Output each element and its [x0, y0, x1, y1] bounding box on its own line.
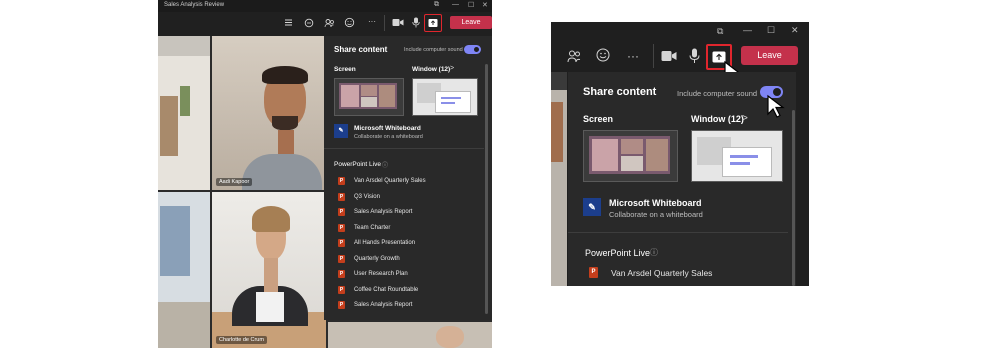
meeting-window: Sales Analysis Review ⧉ — ☐ ✕ ··· Leave	[158, 0, 492, 348]
whiteboard-title[interactable]: Microsoft Whiteboard	[609, 198, 702, 208]
powerpoint-icon: P	[338, 177, 345, 185]
powerpoint-icon: P	[338, 224, 345, 232]
toolbar-divider	[653, 44, 654, 68]
powerpoint-live-label: PowerPoint Live	[585, 248, 651, 258]
computer-sound-label: Include computer sound	[404, 47, 463, 53]
ppt-file-name: User Research Plan	[354, 271, 408, 277]
screen-thumbnail[interactable]	[583, 130, 678, 182]
window-label[interactable]: Window (12)	[412, 66, 450, 73]
scrollbar[interactable]	[485, 64, 488, 314]
whiteboard-subtitle: Collaborate on a whiteboard	[609, 210, 703, 219]
ppt-file-name: Coffee Chat Roundtable	[354, 287, 419, 293]
pip-icon[interactable]: ⧉	[717, 26, 723, 37]
cursor-icon	[767, 94, 785, 118]
window-thumbnail[interactable]	[412, 78, 478, 116]
chevron-right-icon[interactable]: >	[450, 65, 454, 72]
screen-thumbnail[interactable]	[334, 78, 404, 116]
section-divider	[568, 232, 788, 233]
people-icon[interactable]	[324, 18, 335, 28]
whiteboard-title[interactable]: Microsoft Whiteboard	[354, 125, 421, 132]
toolbar-divider	[384, 15, 385, 31]
window-title: Sales Analysis Review	[164, 2, 225, 8]
minimize-button[interactable]: —	[452, 1, 459, 8]
close-button[interactable]: ✕	[482, 1, 488, 9]
video-tile-office	[158, 192, 210, 348]
ppt-file-name: Sales Analysis Report	[354, 209, 413, 215]
ppt-file-name: Q3 Vision	[354, 194, 380, 200]
more-icon[interactable]: ···	[368, 17, 376, 26]
list-icon[interactable]	[284, 18, 293, 27]
powerpoint-icon: P	[338, 239, 345, 247]
mic-icon[interactable]	[689, 48, 700, 64]
share-content-panel: Share content Include computer sound Scr…	[568, 72, 796, 286]
powerpoint-live-label: PowerPoint Live	[334, 161, 381, 168]
share-button[interactable]	[424, 14, 442, 32]
share-content-panel: Share content Include computer sound Scr…	[324, 36, 492, 320]
computer-sound-toggle[interactable]	[464, 45, 481, 54]
ppt-file-name: Van Arsdel Quarterly Sales	[611, 268, 713, 278]
video-tile-charlotte: Charlotte de Crum	[212, 192, 326, 348]
pip-icon[interactable]: ⧉	[434, 1, 439, 9]
powerpoint-icon: P	[589, 267, 598, 278]
screen-label: Screen	[583, 114, 614, 124]
screen-label: Screen	[334, 66, 356, 73]
whiteboard-icon: ✎	[583, 198, 601, 216]
chat-icon[interactable]	[304, 18, 314, 28]
ppt-file-name: All Hands Presentation	[354, 240, 416, 246]
window-label[interactable]: Window (12)	[691, 114, 744, 124]
ppt-file-name: Quarterly Growth	[354, 256, 400, 262]
close-button[interactable]: ✕	[791, 25, 799, 36]
camera-icon[interactable]	[392, 18, 404, 27]
powerpoint-icon: P	[338, 286, 345, 294]
participant-name: Charlotte de Crum	[216, 336, 267, 344]
participant-name: Aadi Kapoor	[216, 178, 253, 186]
toggle-knob	[474, 47, 479, 52]
powerpoint-icon: P	[338, 208, 345, 216]
video-tile-partial	[328, 322, 492, 348]
people-icon[interactable]	[567, 49, 581, 63]
powerpoint-icon: P	[338, 193, 345, 201]
powerpoint-icon: P	[338, 301, 345, 309]
info-icon[interactable]: ⓘ	[650, 247, 658, 258]
ppt-file-name: Team Charter	[354, 225, 391, 231]
maximize-button[interactable]: ☐	[767, 25, 775, 36]
reactions-icon[interactable]	[344, 17, 355, 28]
section-divider	[324, 148, 484, 149]
share-icon	[428, 19, 438, 27]
reactions-icon[interactable]	[595, 47, 611, 63]
whiteboard-icon: ✎	[334, 124, 348, 138]
leave-button[interactable]: Leave	[741, 46, 798, 65]
video-tile-room	[158, 36, 210, 190]
minimize-button[interactable]: —	[743, 25, 752, 35]
more-icon[interactable]: ···	[627, 49, 639, 63]
camera-icon[interactable]	[661, 50, 677, 62]
powerpoint-icon: P	[338, 270, 345, 278]
leave-button[interactable]: Leave	[450, 16, 492, 29]
whiteboard-subtitle: Collaborate on a whiteboard	[354, 134, 423, 140]
info-icon[interactable]: ⓘ	[382, 160, 388, 169]
computer-sound-label: Include computer sound	[677, 89, 758, 98]
chevron-right-icon[interactable]: >	[742, 113, 748, 124]
mic-icon[interactable]	[412, 17, 420, 28]
ppt-file-name: Van Arsdel Quarterly Sales	[354, 178, 426, 184]
share-title: Share content	[583, 86, 657, 98]
scrollbar[interactable]	[792, 110, 795, 286]
video-tile-partial	[551, 72, 567, 286]
window-thumbnail[interactable]	[691, 130, 783, 182]
zoomed-detail: ⧉ — ☐ ✕ ··· Leave Share content Include …	[551, 22, 809, 286]
maximize-button[interactable]: ☐	[468, 1, 474, 9]
powerpoint-icon: P	[338, 255, 345, 263]
video-tile-aadi: Aadi Kapoor	[212, 36, 326, 190]
share-title: Share content	[334, 45, 388, 54]
ppt-file-name: Sales Analysis Report	[354, 302, 413, 308]
